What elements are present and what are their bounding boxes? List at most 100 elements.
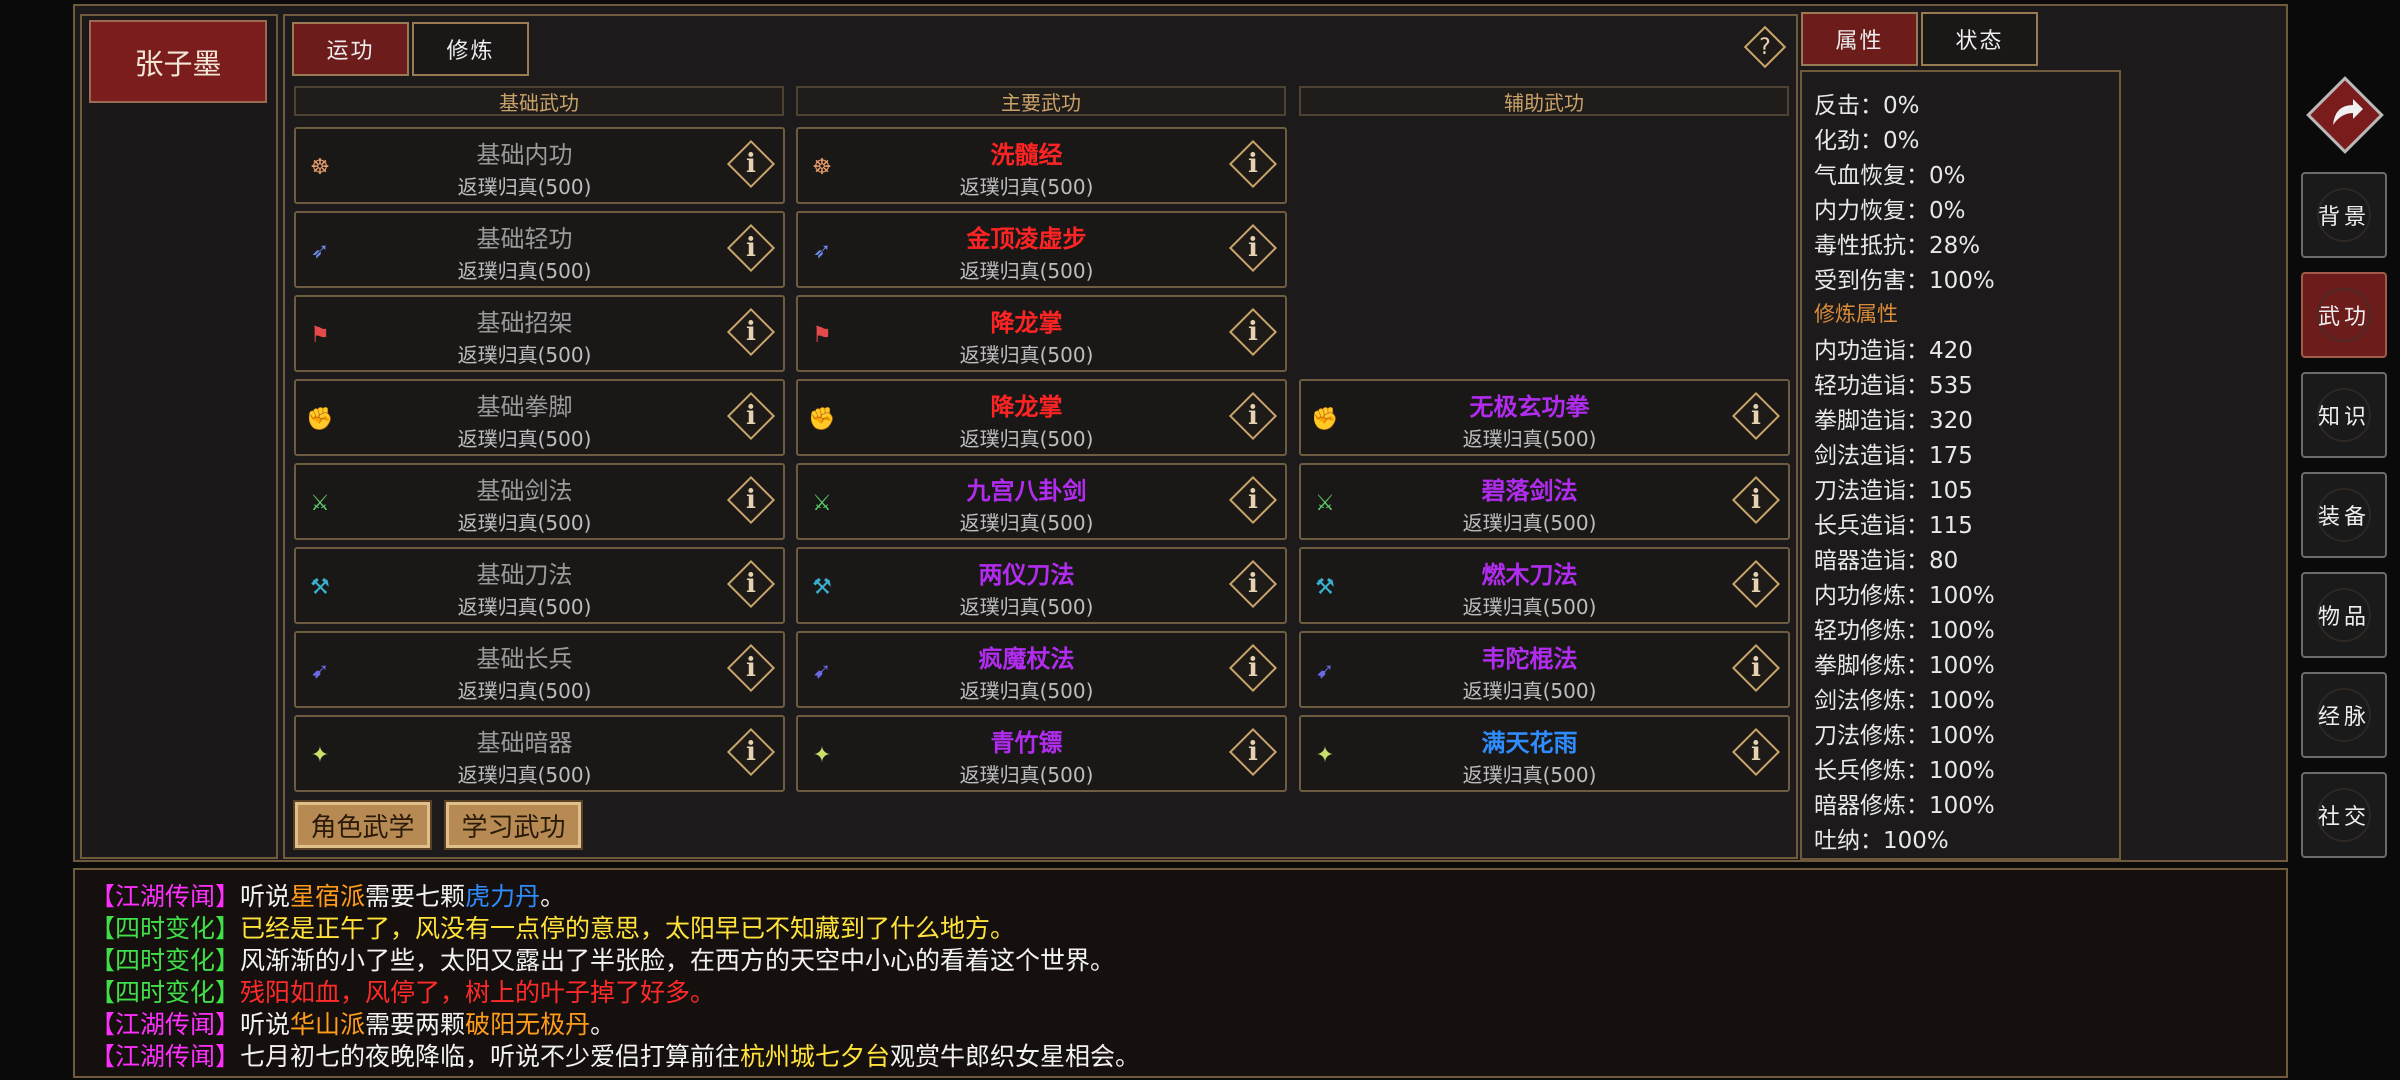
- skill-card[interactable]: ➶ 基础轻功 返璞归真(500) i: [294, 211, 785, 288]
- dart-icon: ✦: [812, 742, 832, 768]
- learn-martial-button[interactable]: 学习武功: [444, 800, 583, 850]
- log-line: 【江湖传闻】听说华山派需要两颗破阳无极丹。: [90, 1005, 615, 1041]
- cultivation-stat-line: 轻功修炼：100%: [1814, 611, 1995, 645]
- skill-card[interactable]: ✊ 降龙掌 返璞归真(500) i: [796, 379, 1287, 456]
- info-button[interactable]: i: [1227, 726, 1279, 778]
- sword-icon: ⚔: [310, 490, 330, 516]
- side-menu-item[interactable]: 经脉: [2301, 672, 2387, 758]
- info-glyph: i: [1248, 149, 1258, 179]
- info-button[interactable]: i: [725, 138, 777, 190]
- info-button[interactable]: i: [1730, 642, 1782, 694]
- help-button[interactable]: ?: [1740, 22, 1790, 72]
- skill-card[interactable]: ✦ 基础暗器 返璞归真(500) i: [294, 715, 785, 792]
- info-button[interactable]: i: [725, 390, 777, 442]
- info-button[interactable]: i: [725, 642, 777, 694]
- cultivation-stat-line: 刀法造诣：105: [1814, 471, 1973, 505]
- info-button[interactable]: i: [725, 222, 777, 274]
- info-button[interactable]: i: [1227, 558, 1279, 610]
- skill-card[interactable]: ➹ 疯魔杖法 返璞归真(500) i: [796, 631, 1287, 708]
- skill-card[interactable]: ⚔ 碧落剑法 返璞归真(500) i: [1299, 463, 1790, 540]
- info-button[interactable]: i: [1730, 558, 1782, 610]
- skill-card[interactable]: ✦ 青竹镖 返璞归真(500) i: [796, 715, 1287, 792]
- stat-label: 长兵造诣：: [1814, 513, 1929, 539]
- tab-status[interactable]: 状态: [1921, 12, 2038, 66]
- skill-name: 燃木刀法: [1481, 561, 1578, 589]
- tab-attributes[interactable]: 属性: [1801, 12, 1918, 66]
- info-glyph: i: [746, 737, 756, 767]
- info-button[interactable]: i: [1227, 474, 1279, 526]
- side-menu-item[interactable]: 社交: [2301, 772, 2387, 858]
- info-button[interactable]: i: [1730, 390, 1782, 442]
- back-button[interactable]: [2305, 75, 2385, 155]
- skill-card[interactable]: ✊ 无极玄功拳 返璞归真(500) i: [1299, 379, 1790, 456]
- info-button[interactable]: i: [1730, 726, 1782, 778]
- stat-value: 0%: [1883, 93, 1920, 119]
- stat-value: 100%: [1929, 688, 1995, 714]
- info-button[interactable]: i: [1227, 138, 1279, 190]
- side-menu-label: 物品: [2317, 605, 2370, 630]
- skill-card[interactable]: ➹ 基础长兵 返璞归真(500) i: [294, 631, 785, 708]
- stat-label: 拳脚修炼：: [1814, 653, 1929, 679]
- skill-level: 返璞归真(500): [457, 175, 592, 199]
- tab-exercise[interactable]: 运功: [292, 22, 409, 76]
- log-segment: 七月初七的夜晚降临，听说不少爱侣打算前往: [240, 1042, 741, 1071]
- skill-card[interactable]: ⚑ 基础招架 返璞归真(500) i: [294, 295, 785, 372]
- skill-card[interactable]: ☸ 基础内功 返璞归真(500) i: [294, 127, 785, 204]
- info-button[interactable]: i: [725, 306, 777, 358]
- log-segment: 需要七颗: [365, 882, 466, 911]
- blade-icon: ⚒: [310, 574, 330, 600]
- skill-level: 返璞归真(500): [457, 595, 592, 619]
- side-menu-item[interactable]: 武功: [2301, 272, 2387, 358]
- skill-card[interactable]: ⚔ 基础剑法 返璞归真(500) i: [294, 463, 785, 540]
- skill-card[interactable]: ⚑ 降龙掌 返璞归真(500) i: [796, 295, 1287, 372]
- side-menu-item[interactable]: 知识: [2301, 372, 2387, 458]
- skill-card[interactable]: ⚒ 基础刀法 返璞归真(500) i: [294, 547, 785, 624]
- skill-card[interactable]: ✊ 基础拳脚 返璞归真(500) i: [294, 379, 785, 456]
- info-button[interactable]: i: [725, 726, 777, 778]
- stat-value: 420: [1929, 338, 1973, 364]
- tab-cultivate[interactable]: 修炼: [412, 22, 529, 76]
- skill-card[interactable]: ➶ 金顶凌虚步 返璞归真(500) i: [796, 211, 1287, 288]
- side-menu-item[interactable]: 背景: [2301, 172, 2387, 258]
- skill-name: 基础长兵: [476, 645, 573, 673]
- skill-name: 基础拳脚: [476, 393, 573, 421]
- log-line: 【江湖传闻】七月初七的夜晚降临，听说不少爱侣打算前往杭州城七夕台观赏牛郎织女星相…: [90, 1037, 1140, 1073]
- stat-value: 0%: [1883, 128, 1920, 154]
- side-menu-item[interactable]: 装备: [2301, 472, 2387, 558]
- info-button[interactable]: i: [1227, 222, 1279, 274]
- log-segment: 听说: [240, 1010, 291, 1039]
- log-segment: 【江湖传闻】: [90, 882, 241, 911]
- skill-level: 返璞归真(500): [457, 259, 592, 283]
- skill-name: 基础暗器: [476, 729, 573, 757]
- skill-card[interactable]: ⚔ 九宫八卦剑 返璞归真(500) i: [796, 463, 1287, 540]
- skill-level: 返璞归真(500): [1462, 427, 1597, 451]
- stat-line: 内力恢复：0%: [1814, 191, 1966, 225]
- stat-value: 100%: [1929, 758, 1995, 784]
- info-glyph: i: [746, 233, 756, 263]
- info-glyph: i: [746, 569, 756, 599]
- info-button[interactable]: i: [1227, 306, 1279, 358]
- info-button[interactable]: i: [1227, 642, 1279, 694]
- skill-card[interactable]: ☸ 洗髓经 返璞归真(500) i: [796, 127, 1287, 204]
- info-button[interactable]: i: [1227, 390, 1279, 442]
- skill-card[interactable]: ⚒ 燃木刀法 返璞归真(500) i: [1299, 547, 1790, 624]
- info-button[interactable]: i: [1730, 474, 1782, 526]
- character-name-button[interactable]: 张子墨: [89, 20, 267, 103]
- character-martial-button[interactable]: 角色武学: [293, 800, 432, 850]
- dart-icon: ✦: [310, 742, 330, 768]
- cultivation-stat-line: 长兵修炼：100%: [1814, 751, 1995, 785]
- fist-icon: ✊: [306, 406, 334, 432]
- skill-card[interactable]: ✦ 满天花雨 返璞归真(500) i: [1299, 715, 1790, 792]
- stat-label: 拳脚造诣：: [1814, 408, 1929, 434]
- cultivation-stat-line: 刀法修炼：100%: [1814, 716, 1995, 750]
- stat-value: 100%: [1929, 268, 1995, 294]
- stat-label: 化劲：: [1814, 128, 1883, 154]
- side-menu-item[interactable]: 物品: [2301, 572, 2387, 658]
- skill-card[interactable]: ➹ 韦陀棍法 返璞归真(500) i: [1299, 631, 1790, 708]
- skill-card[interactable]: ⚒ 两仪刀法 返璞归真(500) i: [796, 547, 1287, 624]
- cultivation-stat-line: 暗器修炼：100%: [1814, 786, 1995, 820]
- skill-name: 基础剑法: [476, 477, 573, 505]
- info-button[interactable]: i: [725, 558, 777, 610]
- info-button[interactable]: i: [725, 474, 777, 526]
- skill-name: 洗髓经: [990, 141, 1063, 169]
